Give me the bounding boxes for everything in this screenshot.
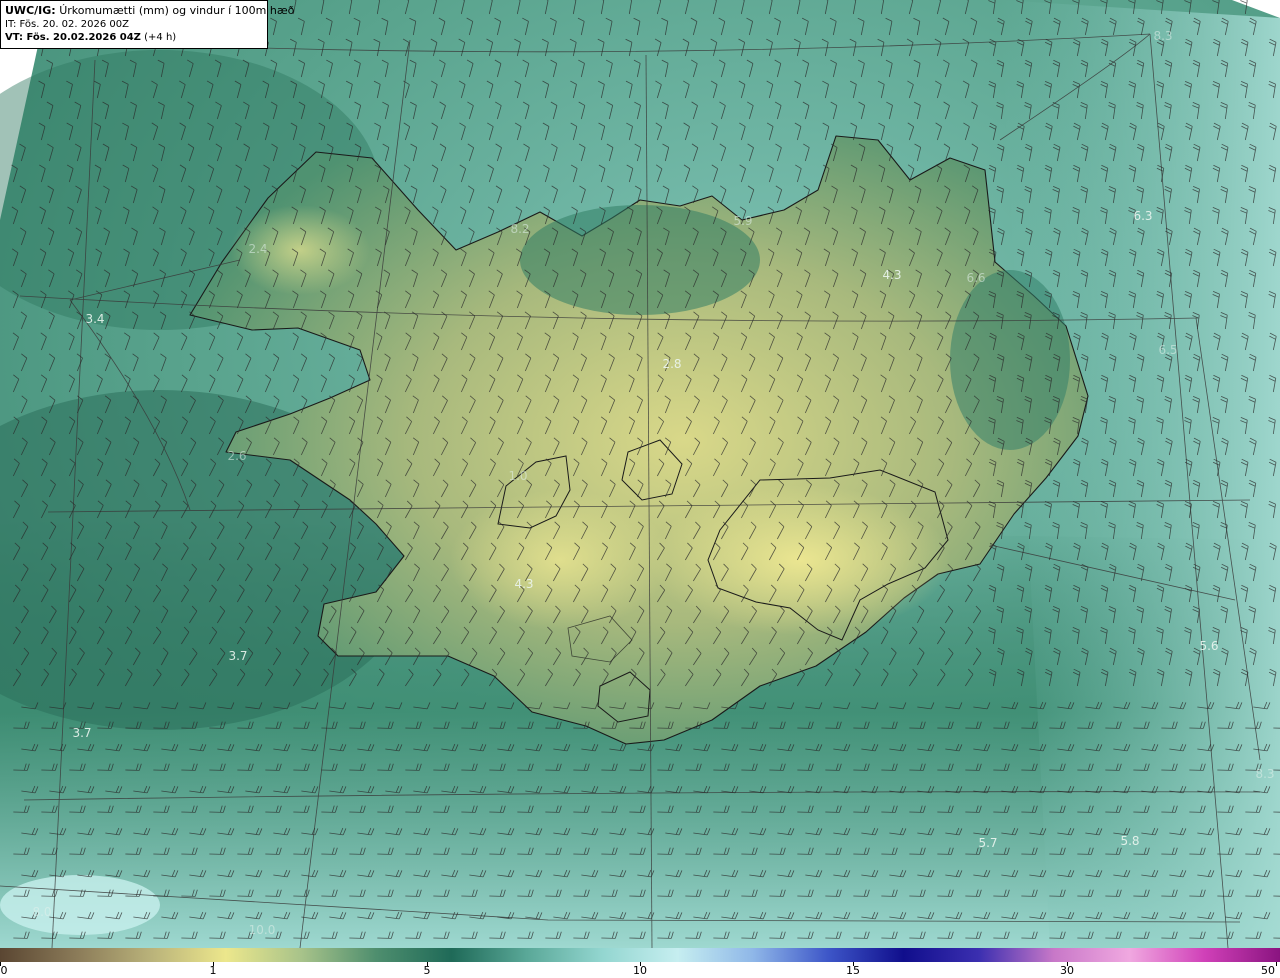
forecast-map: 3.4 2.4 8.2 5.9 4.3 6.3 8.3 6.6 6.5 2.8 2.6 1.0 4.3 3…	[0, 0, 1280, 948]
value-label: 5.8	[1120, 834, 1139, 848]
colorbar-label: 30	[1060, 964, 1074, 977]
colorbar-label: 15	[846, 964, 860, 977]
value-label: 4.3	[514, 577, 533, 591]
valid-time: VT: Fös. 20.02.2026 04Z	[5, 32, 141, 43]
east-wet	[950, 270, 1070, 450]
value-label: 2.8	[662, 357, 681, 371]
valid-time-line: VT: Fös. 20.02.2026 04Z (+4 h)	[5, 31, 263, 44]
precipitation-colorbar: 0 1 5 10 15 30 50	[0, 948, 1280, 978]
value-label: 2.4	[248, 242, 267, 256]
colorbar-label: 10	[633, 964, 647, 977]
southwest-bright	[0, 875, 160, 935]
value-label: 2.6	[227, 449, 246, 463]
value-label: 6.5	[1158, 343, 1177, 357]
highland-dry-center	[450, 490, 670, 630]
colorbar-label: 0	[0, 964, 8, 977]
map-header: UWC/IG: Úrkomumætti (mm) og vindur í 100…	[0, 0, 294, 49]
lead-time: (+4 h)	[144, 32, 177, 43]
value-label: 10.0	[249, 923, 276, 937]
value-label: 8.2	[510, 222, 529, 236]
value-label: 8.3	[1255, 767, 1274, 781]
title-line: UWC/IG: Úrkomumætti (mm) og vindur í 100…	[5, 4, 294, 18]
map-title: Úrkomumætti (mm) og vindur í 100m hæð	[59, 4, 295, 17]
colorbar-strip	[0, 948, 1280, 962]
colorbar-label: 50	[1261, 964, 1275, 977]
colorbar-tick	[1276, 962, 1277, 966]
product-code: UWC/IG:	[5, 4, 56, 17]
value-label: 5.9	[733, 214, 752, 228]
value-label: 1.0	[508, 469, 527, 483]
value-label: 5.6	[1199, 639, 1218, 653]
value-label: 3.7	[228, 649, 247, 663]
value-label: 6.6	[966, 271, 985, 285]
value-label: 3.7	[72, 726, 91, 740]
highland-dry-east	[650, 485, 950, 635]
colorbar-label: 5	[423, 964, 431, 977]
value-label: 4.3	[882, 268, 901, 282]
value-label: 3.4	[85, 312, 104, 326]
north-wet	[520, 205, 760, 315]
value-label: 6.3	[1133, 209, 1152, 223]
issue-time: IT: Fös. 20. 02. 2026 00Z	[5, 19, 129, 30]
value-label: 8.3	[1153, 29, 1172, 43]
value-label: 5.7	[978, 836, 997, 850]
colorbar-label: 1	[209, 964, 217, 977]
value-label: 8.0	[32, 905, 51, 919]
